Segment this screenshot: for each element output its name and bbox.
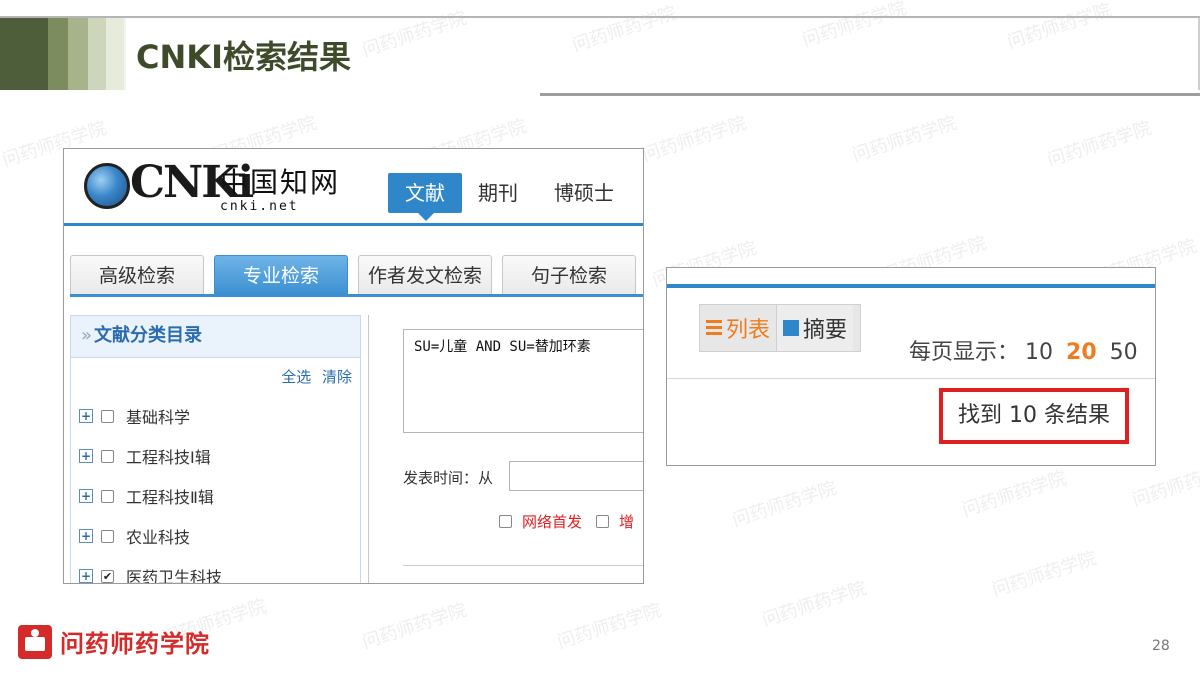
view-list-label: 列表 <box>726 318 771 343</box>
view-list-button[interactable]: 列表 <box>700 305 776 351</box>
list-icon <box>706 320 722 336</box>
query-area: SU=儿童 AND SU=替加环素 发表时间：从 网络首发 增 <box>368 315 643 583</box>
view-abstract-button[interactable]: 摘要 <box>776 305 854 351</box>
category-label: 基础科学 <box>126 408 191 427</box>
cnki-logo[interactable]: CNKi 中国知网 cnki.net <box>70 155 350 217</box>
option-online-first[interactable]: 网络首发 <box>522 511 582 532</box>
watermark: 问药师药学院 <box>554 599 665 654</box>
category-label: 医药卫生科技 <box>126 568 223 584</box>
category-label: 农业科技 <box>126 528 191 547</box>
nav-tab-journal[interactable]: 期刊 <box>470 173 526 213</box>
list-item: + 工程科技Ⅰ辑 <box>79 436 222 476</box>
abstract-icon <box>783 320 800 336</box>
footer-brand: 问药师药学院 <box>18 624 210 659</box>
option-row: 网络首发 增 <box>499 511 634 532</box>
per-page-option-50[interactable]: 50 <box>1110 340 1138 365</box>
list-item: + 工程科技Ⅱ辑 <box>79 476 222 516</box>
list-item: + 农业科技 <box>79 516 222 556</box>
plus-icon[interactable]: + <box>79 529 93 543</box>
checkbox-icon[interactable] <box>101 449 114 463</box>
header-stripe <box>106 18 124 90</box>
results-top-bar <box>667 284 1155 288</box>
chevron-right-icon: » <box>81 325 93 346</box>
checkbox-icon[interactable] <box>101 409 114 423</box>
header-stripe <box>68 18 88 90</box>
tab-sentence-search[interactable]: 句子检索 <box>502 255 636 295</box>
plus-icon[interactable]: + <box>79 449 93 463</box>
category-panel: »文献分类目录 全选 清除 + 基础科学 + 工程科技Ⅰ辑 + 工程科技Ⅱ辑 <box>70 315 361 584</box>
result-count: 找到 10 条结果 <box>939 388 1129 444</box>
per-page-option-20[interactable]: 20 <box>1066 340 1097 365</box>
per-page-label: 每页显示： <box>909 340 1020 365</box>
watermark: 问药师药学院 <box>959 467 1070 522</box>
cap-icon <box>18 624 52 659</box>
plus-icon[interactable]: + <box>79 489 93 503</box>
view-toggle: 列表 摘要 <box>699 304 861 352</box>
clear-link[interactable]: 清除 <box>322 368 352 386</box>
list-item: + 基础科学 <box>79 396 222 436</box>
watermark: 问药师药学院 <box>849 112 960 167</box>
cnki-search-screenshot: CNKi 中国知网 cnki.net 文献 期刊 博硕士 高级检索 专业检索 作… <box>63 148 644 584</box>
category-header-label: 文献分类目录 <box>94 325 203 346</box>
logo-url: cnki.net <box>220 199 299 214</box>
tab-professional-search[interactable]: 专业检索 <box>214 255 348 295</box>
category-actions: 全选 清除 <box>275 366 352 387</box>
watermark: 问药师药学院 <box>639 112 750 167</box>
publish-time-label: 发表时间：从 <box>403 469 494 487</box>
nav-tab-thesis[interactable]: 博硕士 <box>544 173 624 213</box>
plus-icon[interactable]: + <box>79 409 93 423</box>
divider <box>403 565 643 566</box>
category-label: 工程科技Ⅱ辑 <box>126 488 214 507</box>
watermark: 问药师药学院 <box>729 477 840 532</box>
checkbox-icon[interactable] <box>101 529 114 543</box>
tab-divider <box>70 294 643 297</box>
header-stripe <box>0 18 48 90</box>
tab-advanced-search[interactable]: 高级检索 <box>70 255 204 295</box>
divider <box>667 378 1155 379</box>
plus-icon[interactable]: + <box>79 569 93 583</box>
footer-brand-text: 问药师药学院 <box>60 630 210 658</box>
watermark: 问药师药学院 <box>359 599 470 654</box>
category-label: 工程科技Ⅰ辑 <box>126 448 211 467</box>
view-abstract-label: 摘要 <box>803 318 848 343</box>
page-number: 28 <box>1152 638 1170 654</box>
query-textarea[interactable]: SU=儿童 AND SU=替加环素 <box>403 329 643 433</box>
globe-icon <box>84 163 130 209</box>
checkbox-icon[interactable] <box>499 515 512 528</box>
per-page-selector: 每页显示： 10 20 50 <box>909 334 1138 366</box>
category-header: » 文献分类目录 <box>71 316 360 358</box>
watermark: 问药师药学院 <box>989 547 1100 602</box>
per-page-option-10[interactable]: 10 <box>1025 340 1053 365</box>
category-list: + 基础科学 + 工程科技Ⅰ辑 + 工程科技Ⅱ辑 + 农业科技 + ✔ 医药卫生… <box>79 396 223 584</box>
checkbox-checked-icon[interactable]: ✔ <box>101 569 114 583</box>
logo-chinese: 中国知网 <box>220 166 341 199</box>
checkbox-icon[interactable] <box>596 515 610 528</box>
checkbox-icon[interactable] <box>101 489 114 503</box>
watermark: 问药师药学院 <box>759 577 870 632</box>
header-stripe <box>48 18 68 90</box>
page-title: CNKI检索结果 <box>136 38 351 76</box>
nav-tab-literature[interactable]: 文献 <box>388 173 462 221</box>
select-all-link[interactable]: 全选 <box>281 368 311 386</box>
header-underline <box>540 93 1200 96</box>
results-screenshot: 列表 摘要 每页显示： 10 20 50 找到 10 条结果 <box>666 267 1156 466</box>
list-item: + ✔ 医药卫生科技 <box>79 556 223 584</box>
header-stripe <box>88 18 106 90</box>
tab-author-search[interactable]: 作者发文检索 <box>358 255 492 295</box>
option-enhanced[interactable]: 增 <box>619 511 634 532</box>
nav-divider <box>64 223 643 226</box>
publish-time-input[interactable] <box>509 461 643 491</box>
watermark: 问药师药学院 <box>1044 117 1155 172</box>
